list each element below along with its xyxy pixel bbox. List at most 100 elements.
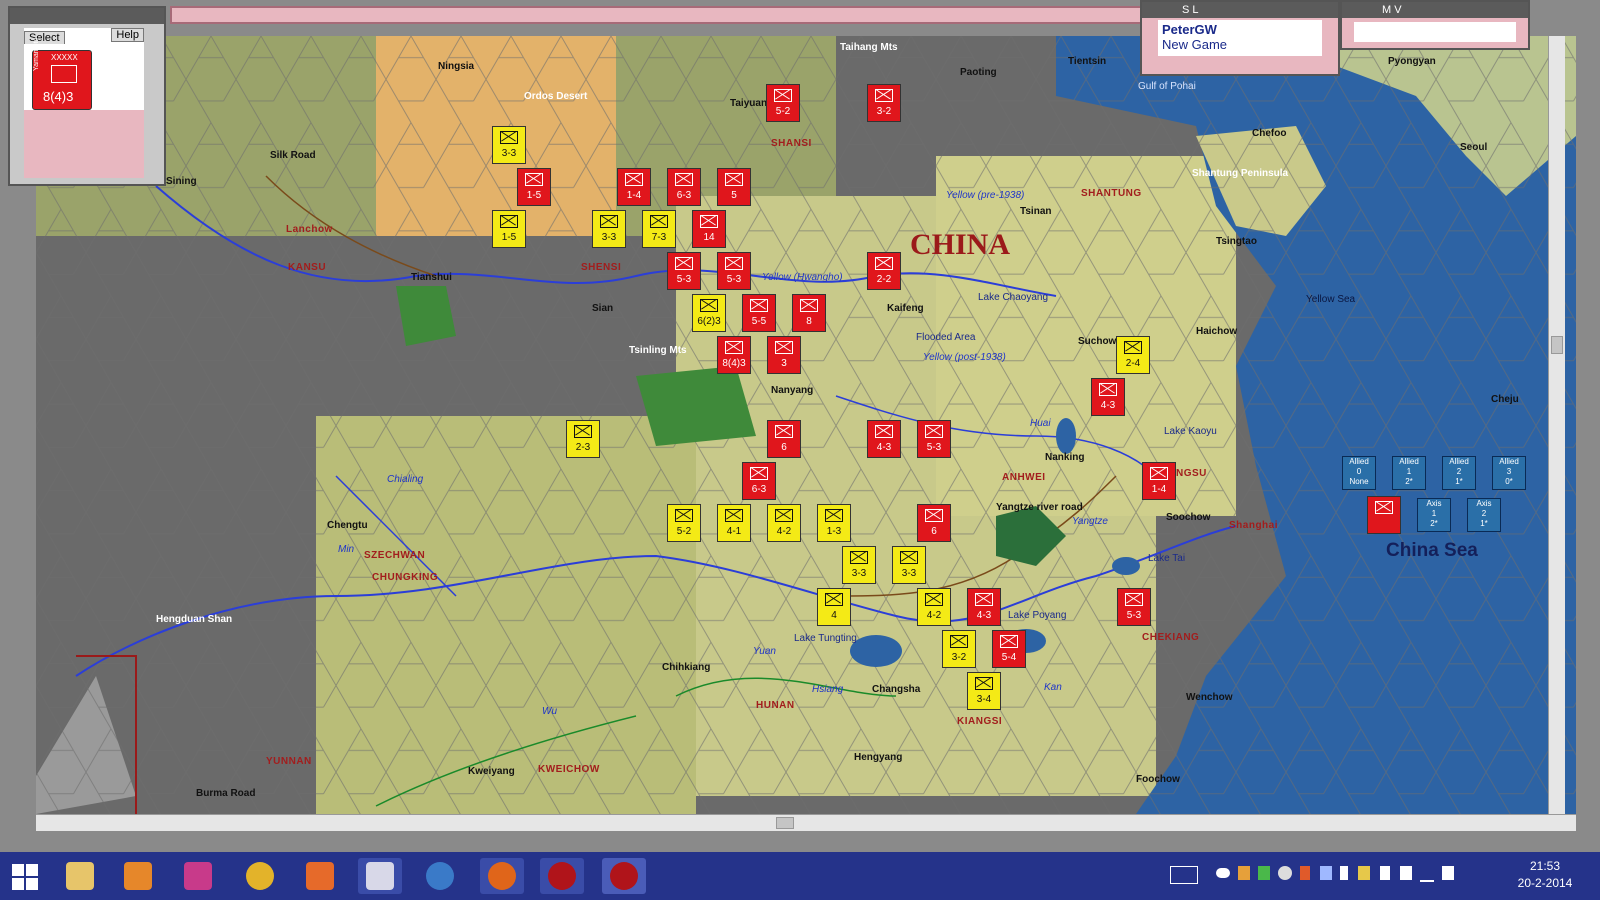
panel-titlebar[interactable] — [10, 8, 164, 24]
infantry-icon — [1099, 383, 1117, 396]
sea-box-axis[interactable]: Axis 1 2* — [1417, 498, 1451, 532]
china-unit-counter[interactable]: 5-2 — [667, 504, 701, 542]
axis-unit-counter[interactable]: 4-3 — [967, 588, 1001, 626]
china-unit-counter[interactable]: 3-3 — [492, 126, 526, 164]
infantry-icon — [625, 173, 643, 186]
volume-icon[interactable] — [1442, 866, 1454, 880]
china-unit-counter[interactable]: 4-2 — [917, 588, 951, 626]
axis-unit-counter[interactable]: 5-2 — [766, 84, 800, 122]
infantry-icon — [1125, 593, 1143, 606]
scroll-thumb[interactable] — [1551, 336, 1563, 354]
axis-unit-counter[interactable]: 1-5 — [517, 168, 551, 206]
china-unit-counter[interactable]: 1-5 — [492, 210, 526, 248]
china-unit-counter[interactable]: 4 — [817, 588, 851, 626]
cloud-icon[interactable] — [1216, 868, 1230, 878]
china-unit-counter[interactable]: 3-3 — [892, 546, 926, 584]
tray-app-icon[interactable] — [1238, 866, 1250, 880]
city-label: Chengtu — [327, 520, 368, 531]
sea-box-allied[interactable]: Allied 0 None — [1342, 456, 1376, 490]
axis-unit-counter[interactable]: 2-2 — [867, 252, 901, 290]
axis-unit-counter[interactable]: 3 — [767, 336, 801, 374]
horizontal-scrollbar[interactable] — [36, 814, 1576, 831]
media-icon — [124, 862, 152, 890]
china-unit-counter[interactable]: 3-4 — [967, 672, 1001, 710]
feature-label: Taihang Mts — [840, 42, 898, 53]
player-panel-title[interactable]: S L — [1142, 2, 1338, 18]
axis-unit-counter[interactable]: 8 — [792, 294, 826, 332]
region-label: KIANGSI — [957, 716, 1003, 727]
tray-app-icon[interactable] — [1320, 866, 1332, 880]
axis-unit-counter[interactable]: 5-5 — [742, 294, 776, 332]
taskbar-wif-2[interactable] — [602, 858, 646, 894]
flag-icon[interactable] — [1380, 866, 1390, 880]
city-label: Ningsia — [438, 61, 475, 72]
axis-unit-counter[interactable]: 3-2 — [867, 84, 901, 122]
axis-unit-counter[interactable]: 6-3 — [667, 168, 701, 206]
infantry-icon — [774, 89, 792, 102]
axis-unit-counter[interactable]: 6-3 — [742, 462, 776, 500]
axis-unit-counter[interactable]: 5-3 — [917, 420, 951, 458]
china-unit-counter[interactable]: 2-3 — [566, 420, 600, 458]
sea-box-allied[interactable]: Allied 3 0* — [1492, 456, 1526, 490]
sea-box-axis[interactable]: Axis 2 1* — [1467, 498, 1501, 532]
tray-app-icon[interactable] — [1278, 866, 1292, 880]
battery-icon[interactable] — [1400, 866, 1412, 880]
china-unit-counter[interactable]: 3-3 — [592, 210, 626, 248]
taskbar-paint-app[interactable] — [176, 858, 220, 894]
axis-unit-counter[interactable]: 6 — [767, 420, 801, 458]
china-unit-counter[interactable]: 3-2 — [942, 630, 976, 668]
axis-unit-counter[interactable]: 1-4 — [1142, 462, 1176, 500]
player-panel-title[interactable]: M V — [1342, 2, 1528, 18]
taskbar-clock[interactable]: 21:53 20-2-2014 — [1510, 858, 1580, 892]
sea-box-allied[interactable]: Allied 2 1* — [1442, 456, 1476, 490]
taskbar-document-app[interactable] — [358, 858, 402, 894]
axis-unit-counter[interactable]: 6 — [917, 504, 951, 542]
axis-naval-stack[interactable] — [1367, 496, 1401, 534]
taskbar-mail[interactable] — [298, 858, 342, 894]
taskbar-firefox[interactable] — [480, 858, 524, 894]
tray-app-icon[interactable] — [1258, 866, 1270, 880]
taskbar-thunderbird[interactable] — [418, 858, 462, 894]
taskbar-chrome[interactable] — [238, 858, 282, 894]
taskbar-media-player[interactable] — [116, 858, 160, 894]
axis-unit-counter[interactable]: 1-4 — [617, 168, 651, 206]
china-unit-counter[interactable]: 7-3 — [642, 210, 676, 248]
china-unit-counter[interactable]: 3-3 — [842, 546, 876, 584]
windows-logo-icon — [26, 864, 38, 876]
axis-unit-counter[interactable]: 8(4)3 — [717, 336, 751, 374]
axis-unit-counter[interactable]: 5-4 — [992, 630, 1026, 668]
bluetooth-icon[interactable] — [1340, 866, 1348, 880]
tab-help[interactable]: Help — [111, 28, 144, 42]
taskbar-explorer[interactable] — [58, 858, 102, 894]
vertical-scrollbar[interactable] — [1548, 36, 1565, 814]
feature-label: Lake Tungting — [794, 633, 857, 644]
tray-app-icon[interactable] — [1358, 866, 1370, 880]
axis-unit-counter[interactable]: 5-3 — [667, 252, 701, 290]
player-panel-2: M V — [1340, 0, 1530, 50]
selected-leader-card[interactable]: Yamamoto XXXXX 8(4)3 — [32, 38, 92, 110]
china-unit-counter[interactable]: 6(2)3 — [692, 294, 726, 332]
hex-map[interactable]: CHINA China Sea SHANSI SHENSI KANSU SHAN… — [36, 36, 1576, 814]
scroll-thumb[interactable] — [776, 817, 794, 829]
start-button[interactable] — [12, 864, 38, 890]
network-icon[interactable] — [1420, 866, 1434, 882]
feature-label: Silk Road — [270, 150, 316, 161]
infantry-icon — [875, 89, 893, 102]
axis-unit-counter[interactable]: 5 — [717, 168, 751, 206]
city-label: Paoting — [960, 67, 997, 78]
axis-unit-counter[interactable]: 4-3 — [1091, 378, 1125, 416]
axis-unit-counter[interactable]: 5-3 — [717, 252, 751, 290]
axis-unit-counter[interactable]: 4-3 — [867, 420, 901, 458]
sea-box-allied[interactable]: Allied 1 2* — [1392, 456, 1426, 490]
infantry-icon — [1000, 635, 1018, 648]
china-unit-counter[interactable]: 1-3 — [817, 504, 851, 542]
keyboard-icon[interactable] — [1170, 866, 1198, 884]
speaker-icon[interactable] — [1300, 866, 1310, 880]
taskbar-wif-1[interactable] — [540, 858, 584, 894]
axis-unit-counter[interactable]: 5-3 — [1117, 588, 1151, 626]
tab-select[interactable]: Select — [24, 31, 65, 45]
axis-unit-counter[interactable]: 14 — [692, 210, 726, 248]
china-unit-counter[interactable]: 2-4 — [1116, 336, 1150, 374]
china-unit-counter[interactable]: 4-1 — [717, 504, 751, 542]
china-unit-counter[interactable]: 4-2 — [767, 504, 801, 542]
